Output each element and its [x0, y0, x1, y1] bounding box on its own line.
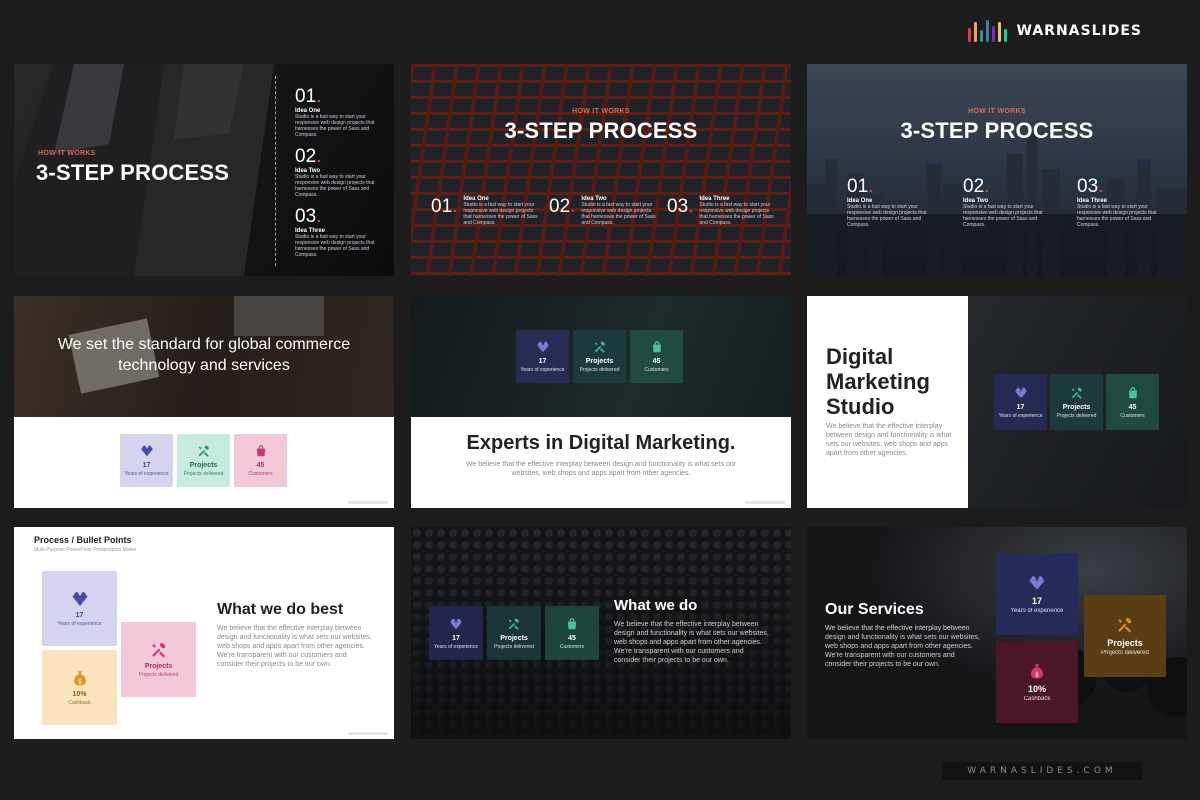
- money-bag-icon: [71, 669, 89, 687]
- step-3: 03. Idea Three Studio is a fast way to s…: [1077, 176, 1157, 228]
- page-indicator: [348, 732, 388, 735]
- brand-bar: [967, 28, 971, 42]
- dashed-divider: [275, 76, 276, 266]
- slide-headline: Digital Marketing Studio: [826, 344, 930, 419]
- stat-card-customers: 45 Customers: [630, 330, 683, 383]
- brand-bar: [979, 30, 983, 42]
- tools-icon: [1070, 386, 1084, 400]
- slide-title: Process / Bullet Points: [34, 535, 132, 545]
- stat-card-years: 17 Years of experience: [42, 571, 117, 646]
- bag-icon: [650, 340, 664, 354]
- brand-bar: [1003, 29, 1007, 42]
- stat-card-projects: Projects Projects delivered: [1084, 595, 1166, 677]
- step-3: 03. Idea Three Studio is a fast way to st…: [667, 196, 774, 226]
- tools-icon: [150, 641, 168, 659]
- tools-icon: [507, 617, 521, 631]
- brand-bar: [997, 22, 1001, 42]
- slide-4-global-commerce[interactable]: We set the standard for global commerce …: [14, 296, 394, 508]
- slide-headline: We set the standard for global commerce …: [57, 336, 351, 374]
- page-indicator: [745, 501, 785, 504]
- slide-headline: Experts in Digital Marketing.: [466, 432, 736, 454]
- tools-icon: [197, 444, 211, 458]
- slide-kicker: HOW IT WORKS: [38, 150, 96, 157]
- website-url[interactable]: WARNASLIDES.COM: [942, 762, 1142, 780]
- stat-card-projects: Projects Projects delivered: [1050, 374, 1103, 430]
- city-skyline-background: [807, 134, 1187, 276]
- step-3: 03. Idea Three Studio is a fast way to s…: [295, 206, 375, 258]
- stat-card-customers: 45 Customers: [545, 606, 599, 660]
- slide-subtitle: Multi-Purpose PowerPoint Presentation Ma…: [34, 547, 137, 553]
- stat-card-years: 17 Years of experience: [996, 553, 1078, 635]
- stat-card-customers: 45 Customers: [234, 434, 287, 487]
- slide-body: We believe that the effective interplay …: [465, 461, 737, 477]
- slide-body: We believe that the effective interplay …: [825, 625, 980, 668]
- tools-icon: [593, 340, 607, 354]
- slide-title: 3-STEP PROCESS: [36, 160, 230, 185]
- stat-card-projects: Projects Projects delivered: [121, 622, 196, 697]
- tools-icon: [1116, 616, 1134, 634]
- slide-body: We believe that the effective interplay …: [826, 423, 952, 457]
- slide-9-our-services[interactable]: Our Services We believe that the effecti…: [807, 527, 1187, 739]
- stat-card-cashback: 10% Cashback: [996, 641, 1078, 723]
- slide-2-step-process-horizontal[interactable]: HOW IT WORKS 3-STEP PROCESS 01. Idea One…: [411, 64, 791, 276]
- step-2: 02. Idea Two Studio is a fast way to star…: [549, 196, 656, 226]
- stat-card-projects: Projects Projects delivered: [487, 606, 541, 660]
- bag-icon: [565, 617, 579, 631]
- brand-logo: WARNASLIDES: [967, 20, 1142, 42]
- slide-title: 3-STEP PROCESS: [900, 118, 1094, 143]
- stat-card-years: 17 Years of experience: [429, 606, 483, 660]
- stat-card-cashback: 10% Cashback: [42, 650, 117, 725]
- red-building-background: [411, 64, 791, 276]
- step-1: 01. Idea One Studio is a fast way to sta…: [295, 86, 375, 138]
- slide-headline: Our Services: [825, 601, 924, 618]
- step-2: 02. Idea Two Studio is a fast way to sta…: [963, 176, 1043, 228]
- brand-name: WARNASLIDES: [1016, 23, 1142, 39]
- slide-headline: What we do: [614, 597, 698, 614]
- slide-7-what-we-do-best[interactable]: Process / Bullet Points Multi-Purpose Po…: [14, 527, 394, 739]
- stat-card-projects: Projects Projects delivered: [177, 434, 230, 487]
- diamond-icon: [140, 444, 154, 458]
- brand-bar: [985, 20, 989, 42]
- diamond-icon: [1014, 386, 1028, 400]
- bag-icon: [254, 444, 268, 458]
- stat-card-customers: 45 Customers: [1106, 374, 1159, 430]
- slide-kicker: HOW IT WORKS: [572, 108, 630, 115]
- stat-card-years: 17 Years of experience: [516, 330, 569, 383]
- diamond-icon: [71, 590, 89, 608]
- diamond-icon: [1028, 574, 1046, 592]
- brand-bar: [973, 22, 977, 42]
- slide-title: 3-STEP PROCESS: [504, 118, 698, 143]
- slide-6-digital-marketing-studio[interactable]: Digital Marketing Studio We believe that…: [807, 296, 1187, 508]
- diamond-icon: [536, 340, 550, 354]
- brand-bars-icon: [967, 20, 1007, 42]
- bag-icon: [1126, 386, 1140, 400]
- slide-1-step-process-vertical[interactable]: HOW IT WORKS 3-STEP PROCESS 01. Idea One…: [14, 64, 394, 276]
- slide-kicker: HOW IT WORKS: [968, 108, 1026, 115]
- page-indicator: [348, 501, 388, 504]
- brand-bar: [991, 26, 995, 42]
- money-bag-icon: [1028, 662, 1046, 680]
- slide-3-step-process-skyline[interactable]: HOW IT WORKS 3-STEP PROCESS 01. Idea One…: [807, 64, 1187, 276]
- slide-body: We believe that the effective interplay …: [217, 625, 372, 668]
- step-1: 01. Idea One Studio is a fast way to star…: [431, 196, 538, 226]
- diamond-icon: [449, 617, 463, 631]
- slide-8-what-we-do[interactable]: 17 Years of experience Projects Projects d…: [411, 527, 791, 739]
- step-2: 02. Idea Two Studio is a fast way to sta…: [295, 146, 375, 198]
- step-1: 01. Idea One Studio is a fast way to sta…: [847, 176, 927, 228]
- stat-card-years: 17 Years of experience: [994, 374, 1047, 430]
- slide-headline: What we do best: [217, 601, 344, 618]
- slide-5-experts-digital-marketing[interactable]: 17 Years of experience Projects Projects d…: [411, 296, 791, 508]
- slide-body: We believe that the effective interplay …: [614, 621, 769, 664]
- stat-card-years: 17 Years of experience: [120, 434, 173, 487]
- stat-card-projects: Projects Projects delivered: [573, 330, 626, 383]
